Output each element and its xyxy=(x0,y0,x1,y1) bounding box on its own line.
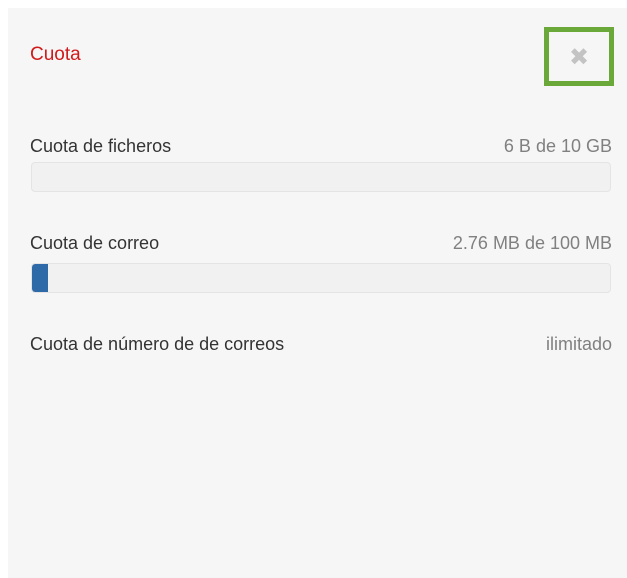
mail-count-quota-label: Cuota de número de de correos xyxy=(30,334,285,354)
file-quota-bar xyxy=(31,162,611,192)
mail-quota-label: Cuota de correo xyxy=(30,233,160,253)
panel-title: Cuota xyxy=(30,44,81,65)
file-quota-label: Cuota de ficheros xyxy=(30,136,172,156)
close-button[interactable]: ✖ xyxy=(544,27,614,86)
quota-panel: Cuota ✖ Cuota de ficheros 6 B de 10 GB C… xyxy=(8,8,627,578)
mail-count-quota-value: ilimitado xyxy=(545,334,612,354)
mail-quota-value: 2.76 MB de 100 MB xyxy=(452,233,612,253)
mail-quota-bar xyxy=(31,263,611,293)
mail-quota-bar-fill xyxy=(32,264,48,292)
close-icon: ✖ xyxy=(568,42,590,71)
file-quota-value: 6 B de 10 GB xyxy=(503,136,612,156)
